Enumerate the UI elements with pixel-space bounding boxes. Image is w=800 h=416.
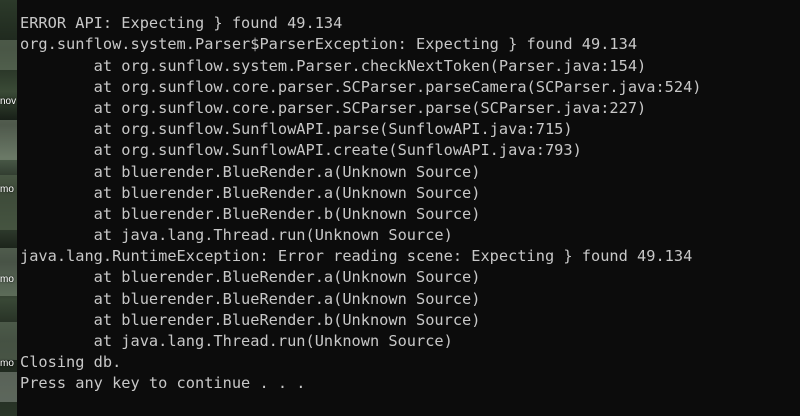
desktop-icon-thumbnail[interactable] xyxy=(0,40,17,70)
desktop-icon-thumbnail[interactable] xyxy=(0,120,17,160)
desktop-icon-thumbnail[interactable] xyxy=(0,322,17,360)
desktop-icon-label[interactable]: mo xyxy=(0,184,17,196)
console-line: at org.sunflow.core.parser.SCParser.pars… xyxy=(20,98,647,117)
console-line: at org.sunflow.system.Parser.checkNextTo… xyxy=(20,56,647,75)
console-line: at java.lang.Thread.run(Unknown Source) xyxy=(20,226,453,245)
desktop-background-strip: nov mo mo mo xyxy=(0,0,17,416)
console-line: at bluerender.BlueRender.b(Unknown Sourc… xyxy=(20,310,481,329)
console-line: Press any key to continue . . . xyxy=(20,374,306,393)
console-line: ERROR API: Expecting } found 49.134 xyxy=(20,14,343,33)
console-output: ERROR API: Expecting } found 49.134 org.s… xyxy=(20,0,702,395)
desktop-icon-label[interactable]: nov xyxy=(0,96,17,108)
console-line: at bluerender.BlueRender.a(Unknown Sourc… xyxy=(20,162,481,181)
console-line: org.sunflow.system.Parser$ParserExceptio… xyxy=(20,35,638,54)
desktop-icon-thumbnail[interactable] xyxy=(0,372,17,402)
desktop-icon-thumbnail[interactable] xyxy=(0,248,17,296)
console-line: Closing db. xyxy=(20,353,122,372)
desktop-icon-label[interactable]: mo xyxy=(0,274,17,286)
console-line: at org.sunflow.SunflowAPI.create(Sunflow… xyxy=(20,141,582,160)
console-line: at bluerender.BlueRender.a(Unknown Sourc… xyxy=(20,289,481,308)
console-line: at org.sunflow.SunflowAPI.parse(SunflowA… xyxy=(20,120,573,139)
console-line: at org.sunflow.core.parser.SCParser.pars… xyxy=(20,77,702,96)
console-line: at bluerender.BlueRender.a(Unknown Sourc… xyxy=(20,268,481,287)
screen: nov mo mo mo ERROR API: Expecting } foun… xyxy=(0,0,800,416)
console-window[interactable]: ERROR API: Expecting } found 49.134 org.s… xyxy=(17,0,800,416)
console-line: at bluerender.BlueRender.a(Unknown Sourc… xyxy=(20,183,481,202)
console-line: at bluerender.BlueRender.b(Unknown Sourc… xyxy=(20,204,481,223)
console-line: at java.lang.Thread.run(Unknown Source) xyxy=(20,332,453,350)
console-line-clipped xyxy=(20,0,702,13)
console-line: java.lang.RuntimeException: Error readin… xyxy=(20,247,693,266)
desktop-icon-label[interactable]: mo xyxy=(0,358,17,370)
